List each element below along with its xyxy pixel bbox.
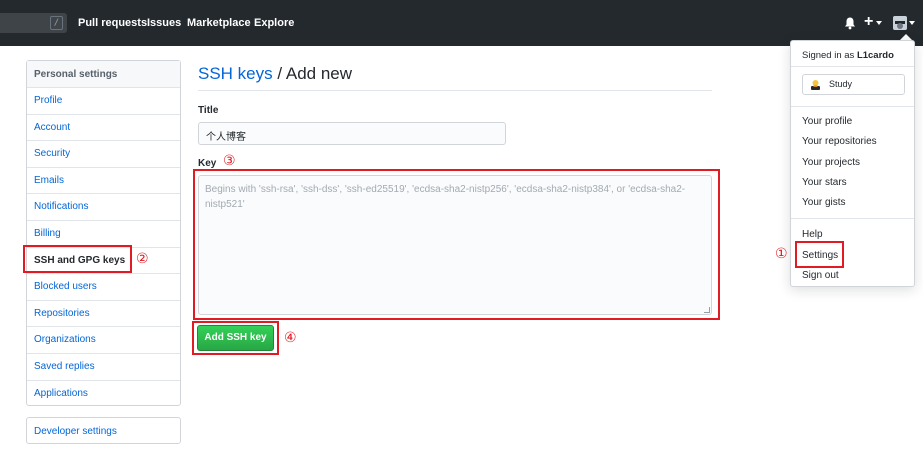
sidebar-item-applications[interactable]: Applications: [27, 381, 180, 408]
sidebar-item-notifications[interactable]: Notifications: [27, 194, 180, 221]
annotation-box-key: [193, 169, 720, 320]
menu-your-projects[interactable]: Your projects: [802, 157, 860, 169]
sidebar-heading: Personal settings: [27, 61, 180, 88]
nav-issues[interactable]: Issues: [147, 16, 181, 30]
avatar-caret-icon: [909, 21, 915, 25]
create-new-plus-icon[interactable]: +: [864, 14, 873, 30]
title-label: Title: [198, 105, 219, 116]
title-divider: [198, 90, 712, 91]
signed-in-as: Signed in as L1cardo: [802, 50, 894, 61]
status-emoji-icon: [811, 80, 820, 90]
menu-sign-out[interactable]: Sign out: [802, 270, 839, 282]
search-shortcut-key: /: [50, 16, 63, 30]
menu-your-repositories[interactable]: Your repositories: [802, 136, 877, 148]
username: L1cardo: [856, 50, 894, 61]
dropdown-divider: [791, 106, 914, 107]
set-status-button[interactable]: Study: [802, 74, 905, 95]
sidebar-item-emails[interactable]: Emails: [27, 168, 180, 195]
menu-your-stars[interactable]: Your stars: [802, 177, 847, 189]
sidebar-item-account[interactable]: Account: [27, 115, 180, 142]
annotation-number-1: ①: [775, 246, 788, 262]
breadcrumb-current: / Add new: [272, 64, 353, 83]
annotation-number-2: ②: [136, 251, 149, 267]
menu-your-gists[interactable]: Your gists: [802, 197, 846, 209]
status-text: Study: [829, 79, 853, 89]
notifications-bell-icon[interactable]: [843, 16, 857, 30]
annotation-box-ssh-gpg: [23, 245, 132, 273]
sidebar-item-saved-replies[interactable]: Saved replies: [27, 354, 180, 381]
annotation-box-settings: [795, 241, 844, 268]
avatar-image-icon: [893, 16, 907, 30]
nav-pull-requests[interactable]: Pull requests: [78, 16, 147, 30]
sidebar-item-repositories[interactable]: Repositories: [27, 301, 180, 328]
create-new-caret-icon: [876, 21, 882, 25]
page-title: SSH keys / Add new: [198, 64, 352, 84]
dropdown-divider: [791, 66, 914, 67]
signed-in-prefix: Signed in as: [802, 50, 857, 61]
search-input[interactable]: /: [0, 13, 67, 33]
key-label: Key: [198, 158, 217, 169]
dropdown-divider: [791, 218, 914, 219]
sidebar-item-profile[interactable]: Profile: [27, 88, 180, 115]
breadcrumb-ssh-keys-link[interactable]: SSH keys: [198, 64, 273, 83]
nav-marketplace[interactable]: Marketplace: [187, 16, 251, 30]
settings-sidebar: Personal settings Profile Account Securi…: [26, 60, 181, 406]
annotation-number-4: ④: [284, 330, 297, 346]
top-header: / Pull requests Issues Marketplace Explo…: [0, 0, 923, 46]
annotation-number-3: ③: [223, 153, 236, 169]
nav-explore[interactable]: Explore: [254, 16, 294, 30]
user-avatar[interactable]: [893, 16, 907, 30]
sidebar-item-developer-settings[interactable]: Developer settings: [26, 417, 181, 444]
menu-help[interactable]: Help: [802, 229, 823, 241]
sidebar-item-organizations[interactable]: Organizations: [27, 327, 180, 354]
annotation-box-add-button: [192, 321, 279, 355]
title-input[interactable]: 个人博客: [198, 122, 506, 145]
sidebar-item-blocked-users[interactable]: Blocked users: [27, 274, 180, 301]
menu-your-profile[interactable]: Your profile: [802, 116, 852, 128]
sidebar-item-security[interactable]: Security: [27, 141, 180, 168]
sidebar-item-billing[interactable]: Billing: [27, 221, 180, 248]
